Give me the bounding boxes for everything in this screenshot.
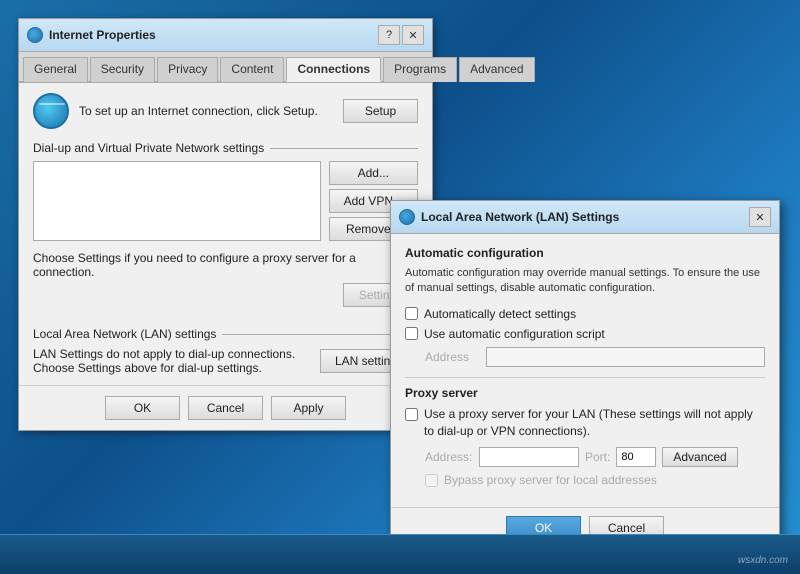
- setup-text: To set up an Internet connection, click …: [79, 104, 333, 118]
- lan-close-button[interactable]: ✕: [749, 207, 771, 227]
- lan-settings-dialog: Local Area Network (LAN) Settings ✕ Auto…: [390, 200, 780, 549]
- globe-icon: [33, 93, 69, 129]
- auto-detect-checkbox[interactable]: [405, 307, 418, 320]
- add-button[interactable]: Add...: [329, 161, 418, 185]
- dialup-list[interactable]: [33, 161, 321, 241]
- close-button[interactable]: ✕: [402, 25, 424, 45]
- internet-properties-dialog: Internet Properties ? ✕ General Security…: [18, 18, 433, 431]
- lan-dialog-body: Automatic configuration Automatic config…: [391, 234, 779, 507]
- tab-general[interactable]: General: [23, 57, 88, 82]
- internet-properties-body: To set up an Internet connection, click …: [19, 83, 432, 385]
- auto-script-checkbox[interactable]: [405, 327, 418, 340]
- internet-properties-footer: OK Cancel Apply: [19, 385, 432, 430]
- setup-row: To set up an Internet connection, click …: [33, 93, 418, 129]
- lan-description: LAN Settings do not apply to dial-up con…: [33, 347, 312, 375]
- proxy-address-input[interactable]: [479, 447, 579, 467]
- lan-icon: [399, 209, 415, 225]
- tab-privacy[interactable]: Privacy: [157, 57, 218, 82]
- cancel-button[interactable]: Cancel: [188, 396, 263, 420]
- taskbar: wsxdn.com: [0, 534, 800, 574]
- bypass-checkbox[interactable]: [425, 474, 438, 487]
- proxy-checkbox-row: Use a proxy server for your LAN (These s…: [405, 406, 765, 440]
- lan-titlebar-buttons: ✕: [749, 207, 771, 227]
- auto-address-row: Address: [425, 347, 765, 367]
- auto-config-title: Automatic configuration: [405, 246, 765, 260]
- dialup-section-label: Dial-up and Virtual Private Network sett…: [33, 141, 418, 155]
- ok-button[interactable]: OK: [105, 396, 180, 420]
- tab-security[interactable]: Security: [90, 57, 155, 82]
- port-input[interactable]: [616, 447, 656, 467]
- bypass-label: Bypass proxy server for local addresses: [444, 473, 657, 487]
- tab-connections[interactable]: Connections: [286, 57, 381, 82]
- proxy-fields-row: Address: Port: Advanced: [425, 447, 765, 467]
- lan-row: LAN Settings do not apply to dial-up con…: [33, 347, 418, 375]
- auto-detect-row: Automatically detect settings: [405, 307, 765, 321]
- titlebar-left: Internet Properties: [27, 27, 156, 43]
- internet-properties-title: Internet Properties: [49, 28, 156, 42]
- proxy-section-title: Proxy server: [405, 386, 765, 400]
- proxy-checkbox-label: Use a proxy server for your LAN (These s…: [424, 406, 765, 440]
- bypass-row: Bypass proxy server for local addresses: [425, 473, 765, 487]
- setup-button[interactable]: Setup: [343, 99, 418, 123]
- section-divider: [405, 377, 765, 378]
- choose-text: Choose Settings if you need to configure…: [33, 251, 418, 307]
- lan-section-label: Local Area Network (LAN) settings: [33, 327, 418, 341]
- auto-script-row: Use automatic configuration script: [405, 327, 765, 341]
- internet-properties-titlebar: Internet Properties ? ✕: [19, 19, 432, 52]
- auto-detect-label: Automatically detect settings: [424, 307, 576, 321]
- help-button[interactable]: ?: [378, 25, 400, 45]
- lan-titlebar: Local Area Network (LAN) Settings ✕: [391, 201, 779, 234]
- auto-script-label: Use automatic configuration script: [424, 327, 605, 341]
- auto-address-input[interactable]: [486, 347, 765, 367]
- tab-advanced[interactable]: Advanced: [459, 57, 534, 82]
- apply-button[interactable]: Apply: [271, 396, 346, 420]
- tab-bar: General Security Privacy Content Connect…: [19, 52, 432, 83]
- lan-dialog-title: Local Area Network (LAN) Settings: [421, 210, 619, 224]
- address-label: Address: [425, 350, 480, 364]
- auto-config-description: Automatic configuration may override man…: [405, 266, 765, 297]
- proxy-address-label: Address:: [425, 450, 473, 464]
- dialup-box: Add... Add VPN... Remove...: [33, 161, 418, 241]
- port-label: Port:: [585, 450, 610, 464]
- lan-section: Local Area Network (LAN) settings LAN Se…: [33, 327, 418, 375]
- taskbar-watermark: wsxdn.com: [738, 555, 788, 566]
- tab-programs[interactable]: Programs: [383, 57, 457, 82]
- tab-content[interactable]: Content: [220, 57, 284, 82]
- proxy-checkbox[interactable]: [405, 408, 418, 421]
- ie-icon: [27, 27, 43, 43]
- titlebar-buttons: ? ✕: [378, 25, 424, 45]
- lan-titlebar-left: Local Area Network (LAN) Settings: [399, 209, 619, 225]
- advanced-button[interactable]: Advanced: [662, 447, 737, 467]
